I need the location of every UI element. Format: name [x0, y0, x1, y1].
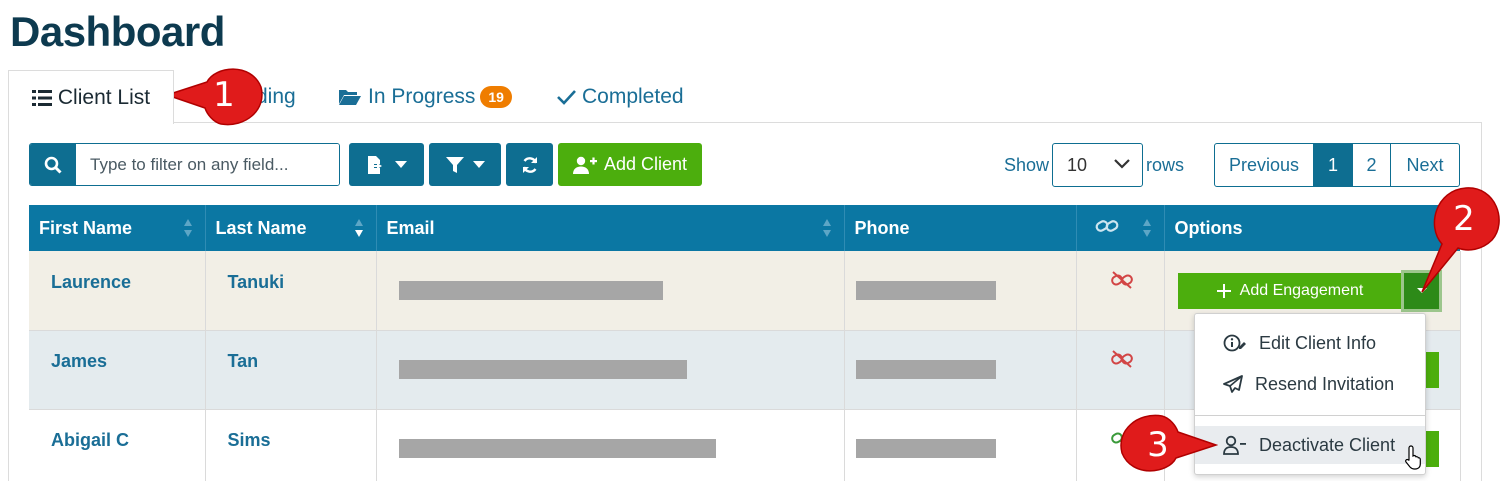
email-redacted: [398, 439, 716, 458]
plus-icon: [1216, 284, 1231, 298]
column-label: Last Name: [215, 217, 307, 238]
options-dropdown-menu: Edit Client Info Resend Invitation Deact…: [1194, 313, 1426, 475]
column-header-last-name[interactable]: Last Name: [205, 205, 377, 251]
folder-open-icon: [339, 90, 361, 105]
file-export-icon: [368, 155, 382, 174]
tab-completed[interactable]: Completed: [556, 70, 684, 124]
page-1-button[interactable]: 1: [1314, 144, 1353, 186]
page: Dashboard Client List ding In Progress 1…: [0, 0, 1507, 481]
hand-pointer-cursor-icon: [1405, 445, 1421, 470]
menu-item-resend-invitation[interactable]: Resend Invitation: [1195, 365, 1425, 403]
search-box: [29, 143, 340, 186]
add-engagement-label: Add Engagement: [1239, 282, 1364, 299]
menu-item-edit-client-info[interactable]: Edit Client Info: [1195, 324, 1425, 362]
menu-item-label: Deactivate Client: [1259, 434, 1396, 455]
tab-client-list[interactable]: Client List: [8, 70, 174, 124]
chevron-down-icon: [472, 160, 485, 168]
unlink-icon: [1110, 270, 1134, 295]
unlink-icon: [1110, 349, 1134, 374]
add-client-button[interactable]: Add Client: [558, 143, 702, 186]
refresh-icon: [522, 156, 537, 173]
callout-number: 2: [1453, 199, 1475, 239]
table-header-row: First Name Last Name Email Phone Options: [29, 205, 1460, 251]
callout-number: 3: [1147, 425, 1169, 465]
add-client-label: Add Client: [603, 154, 688, 174]
user-minus-icon: [1223, 435, 1246, 455]
sort-both-icon: [183, 219, 192, 237]
sort-both-icon: [822, 219, 831, 237]
rows-per-page-select[interactable]: 10: [1052, 143, 1143, 187]
show-label: Show: [1004, 155, 1050, 175]
rows-per-page-value: 10: [1067, 154, 1088, 175]
add-engagement-button[interactable]: Add Engagement: [1178, 273, 1402, 309]
check-icon: [557, 90, 576, 105]
search-icon: [44, 156, 62, 174]
email-redacted: [398, 280, 663, 300]
column-label: First Name: [39, 217, 133, 238]
chevron-down-icon: [395, 160, 407, 168]
pagination: Previous 1 2 Next: [1214, 143, 1460, 187]
chevron-down-icon: [1114, 159, 1130, 169]
rows-label: rows: [1146, 155, 1185, 175]
next-page-button[interactable]: Next: [1391, 144, 1459, 186]
phone-redacted: [855, 439, 996, 458]
menu-divider: [1195, 415, 1425, 416]
first-name-link[interactable]: Abigail C: [51, 430, 129, 450]
phone-redacted: [855, 280, 996, 300]
search-button[interactable]: [30, 144, 76, 185]
last-name-link[interactable]: Tan: [228, 351, 259, 371]
user-plus-icon: [572, 156, 597, 174]
email-redacted: [398, 360, 687, 379]
list-icon: [31, 89, 52, 106]
last-name-link[interactable]: Sims: [228, 430, 271, 450]
menu-item-label: Resend Invitation: [1255, 373, 1395, 394]
column-header-first-name[interactable]: First Name: [29, 205, 206, 251]
first-name-link[interactable]: James: [51, 351, 107, 371]
paper-plane-icon: [1223, 375, 1243, 393]
sort-ascending-icon: [354, 219, 363, 237]
last-name-link[interactable]: Tanuki: [228, 272, 285, 292]
user-edit-icon: [1223, 334, 1246, 352]
callout-marker-3: 3: [1118, 412, 1218, 478]
link-icon: [1095, 219, 1118, 232]
column-header-phone[interactable]: Phone: [844, 205, 1077, 251]
column-header-email[interactable]: Email: [376, 205, 845, 251]
menu-item-label: Edit Client Info: [1259, 332, 1377, 353]
tab-label: Completed: [582, 85, 684, 108]
phone-redacted: [855, 360, 996, 379]
tab-label: In Progress: [368, 85, 476, 108]
sort-both-icon: [1142, 219, 1151, 237]
export-button[interactable]: [349, 143, 424, 186]
column-label: Options: [1174, 217, 1243, 238]
in-progress-count-badge: 19: [480, 86, 512, 108]
callout-number: 1: [213, 75, 235, 115]
column-header-link[interactable]: [1076, 205, 1165, 251]
menu-item-deactivate-client[interactable]: Deactivate Client: [1195, 426, 1425, 464]
tab-in-progress[interactable]: In Progress 19: [338, 70, 512, 124]
filter-icon: [445, 156, 464, 173]
row-2-options-button[interactable]: [1425, 352, 1439, 388]
callout-marker-2: 2: [1412, 186, 1504, 296]
tab-label: Client List: [57, 85, 151, 109]
callout-marker-1: 1: [163, 62, 265, 128]
previous-page-button[interactable]: Previous: [1215, 144, 1314, 186]
page-title: Dashboard: [10, 8, 225, 55]
filter-button[interactable]: [429, 143, 501, 186]
refresh-button[interactable]: [506, 143, 553, 186]
column-label: Phone: [854, 217, 910, 238]
search-input[interactable]: [76, 144, 339, 185]
first-name-link[interactable]: Laurence: [51, 272, 131, 292]
page-2-button[interactable]: 2: [1353, 144, 1391, 186]
column-label: Email: [386, 217, 435, 238]
row-3-options-button[interactable]: [1425, 431, 1439, 467]
